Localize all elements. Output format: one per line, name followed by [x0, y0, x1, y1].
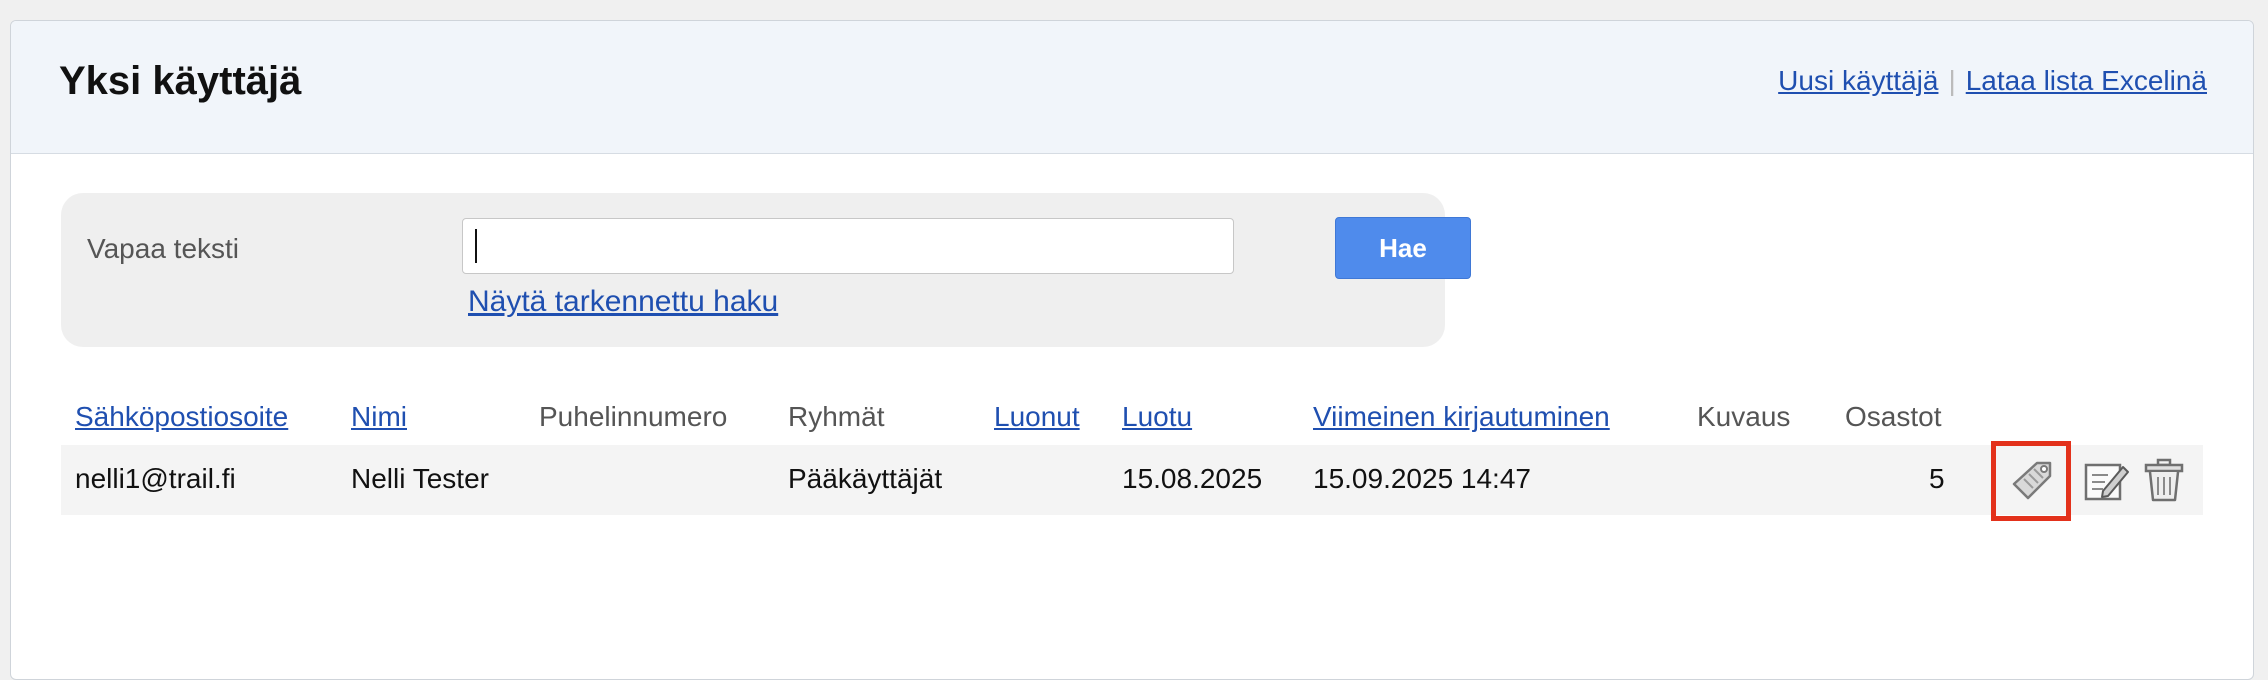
- panel-header: Yksi käyttäjä Uusi käyttäjä | Lataa lista …: [11, 21, 2253, 154]
- new-user-link[interactable]: Uusi käyttäjä: [1778, 65, 1938, 96]
- cell-email: nelli1@trail.fi: [75, 463, 236, 494]
- column-header-groups: Ryhmät: [788, 401, 885, 432]
- download-excel-link[interactable]: Lataa lista Excelinä: [1966, 65, 2207, 96]
- search-box: Vapaa teksti Hae Näytä tarkennettu haku: [61, 193, 1471, 347]
- cell-departments: 5: [1929, 463, 1945, 494]
- tag-icon[interactable]: [2007, 455, 2057, 505]
- advanced-search-link[interactable]: Näytä tarkennettu haku: [468, 285, 778, 319]
- table-row: nelli1@trail.fi Nelli Tester Pääkäyttäjä…: [61, 441, 2203, 521]
- text-caret: [475, 229, 477, 263]
- link-separator: |: [1948, 65, 1956, 96]
- search-input[interactable]: [462, 218, 1234, 274]
- column-header-created[interactable]: Luotu: [1122, 401, 1192, 433]
- search-button[interactable]: Hae: [1335, 217, 1471, 279]
- column-header-email[interactable]: Sähköpostiosoite: [75, 401, 288, 433]
- cell-last-login: 15.09.2025 14:47: [1313, 463, 1531, 494]
- cell-groups: Pääkäyttäjät: [788, 463, 943, 494]
- page-title: Yksi käyttäjä: [59, 59, 302, 103]
- cell-name: Nelli Tester: [351, 463, 489, 494]
- edit-icon[interactable]: [2081, 455, 2131, 505]
- header-links: Uusi käyttäjä | Lataa lista Excelinä: [1778, 65, 2207, 97]
- column-header-created-by[interactable]: Luonut: [994, 401, 1080, 433]
- column-header-description: Kuvaus: [1697, 401, 1791, 432]
- cell-created: 15.08.2025: [1122, 463, 1263, 494]
- search-label: Vapaa teksti: [87, 233, 240, 264]
- column-header-name[interactable]: Nimi: [351, 401, 407, 433]
- column-header-phone: Puhelinnumero: [539, 401, 728, 432]
- column-header-departments: Osastot: [1845, 401, 1942, 432]
- users-panel: Yksi käyttäjä Uusi käyttäjä | Lataa lista …: [10, 20, 2254, 680]
- column-header-last-login[interactable]: Viimeinen kirjautuminen: [1313, 401, 1610, 433]
- trash-icon[interactable]: [2139, 455, 2189, 505]
